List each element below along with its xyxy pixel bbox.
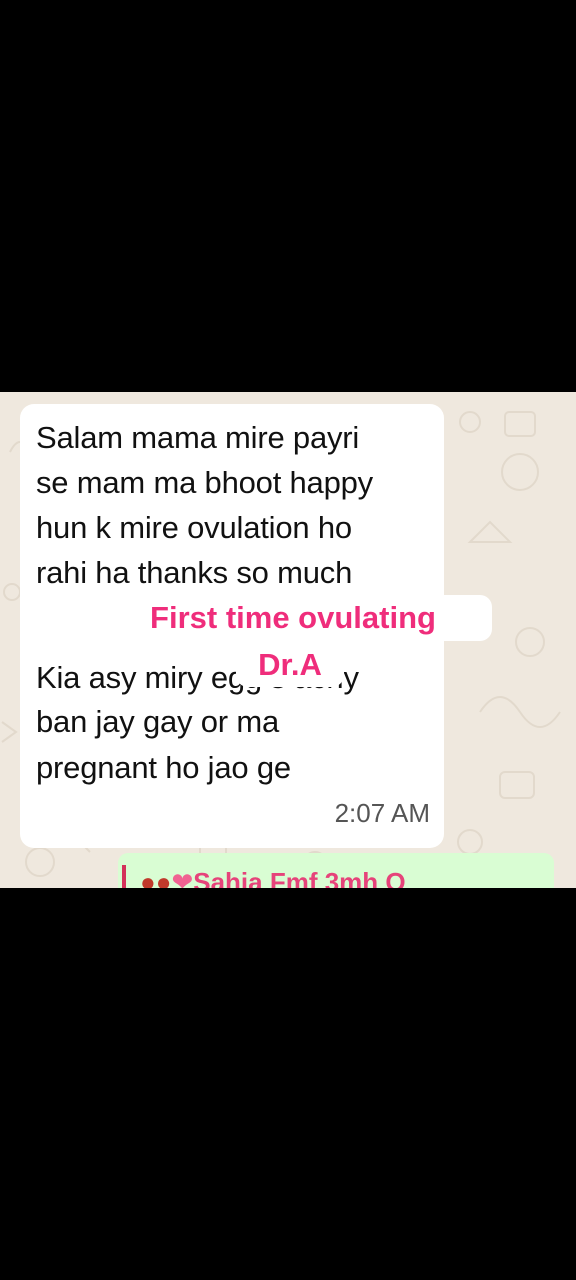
bottom-letterbox (0, 888, 576, 1280)
message-line: ban jay gay or ma (36, 704, 280, 739)
signature-overlay: Dr.A (236, 643, 344, 687)
top-letterbox (0, 0, 576, 392)
message-line: hun k mire ovulation ho (36, 510, 352, 545)
message-line: pregnant ho jao ge (36, 750, 291, 785)
message-line: rahi ha thanks so much (36, 555, 353, 590)
message-line: se mam ma bhoot happy (36, 465, 373, 500)
message-line: Salam mama mire payri (36, 420, 360, 455)
caption-overlay: First time ovulating (94, 595, 492, 641)
message-timestamp: 2:07 AM (334, 798, 430, 828)
